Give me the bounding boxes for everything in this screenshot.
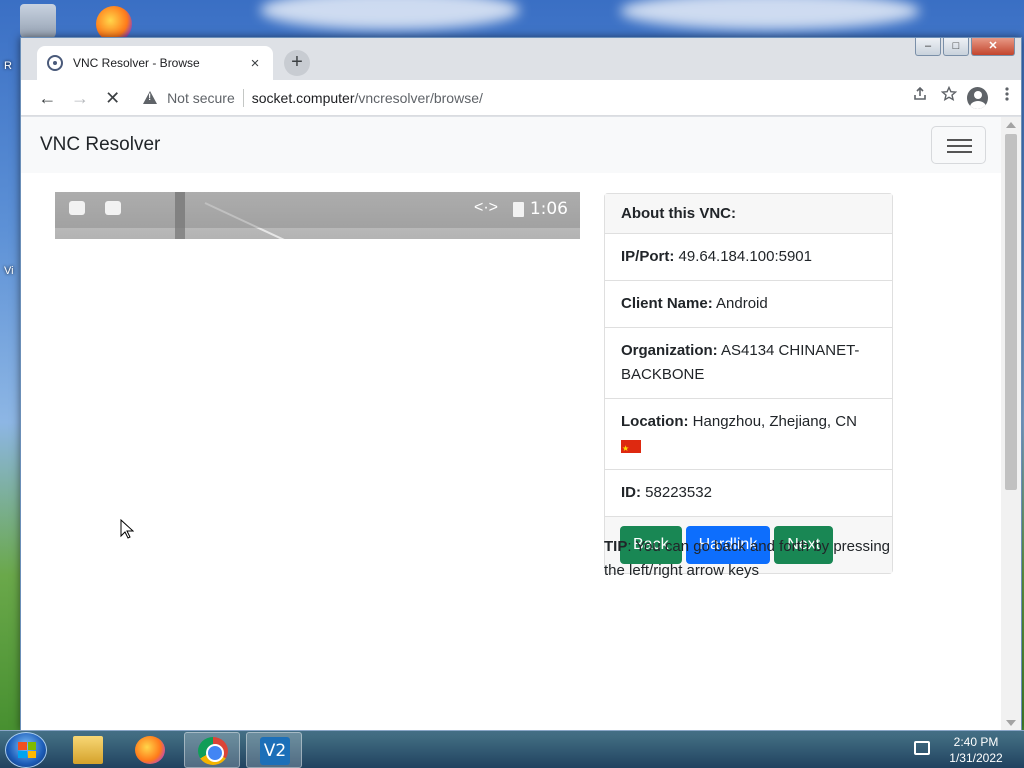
organization-item: Organization: AS4134 CHINANET-BACKBONE <box>605 328 892 399</box>
maximize-button[interactable]: □ <box>943 38 969 56</box>
location-value: Hangzhou, Zhejiang, CN <box>692 413 857 430</box>
desktop-label: Vi <box>4 265 14 277</box>
address-bar[interactable]: Not secure socket.computer /vncresolver/… <box>135 82 906 113</box>
notification-icon <box>105 201 121 215</box>
clock-date: 1/31/2022 <box>949 751 1003 765</box>
url-separator <box>242 88 244 107</box>
close-tab-icon[interactable]: × <box>247 55 263 72</box>
vnc-viewer-icon: V2 <box>260 737 290 765</box>
network-tray-icon[interactable] <box>914 741 930 755</box>
browser-toolbar: ← → ✕ Not secure socket.computer /vncres… <box>21 80 1021 116</box>
desktop-cloud <box>620 0 920 30</box>
back-arrow-icon[interactable]: ← <box>33 83 62 113</box>
start-button[interactable] <box>5 732 47 768</box>
security-label[interactable]: Not secure <box>167 90 235 106</box>
stop-loading-icon[interactable]: ✕ <box>98 83 127 113</box>
tip-text: TIP: You can go back and forth by pressi… <box>604 535 894 583</box>
org-label: Organization: <box>621 342 718 359</box>
card-header: About this VNC: <box>605 194 892 234</box>
taskbar-firefox[interactable] <box>122 732 178 768</box>
ip-label: IP/Port: <box>621 248 675 265</box>
page-scrollbar[interactable] <box>1001 117 1021 731</box>
close-window-button[interactable]: ✕ <box>971 38 1015 56</box>
taskbar-vnc-viewer[interactable]: V2 <box>246 732 302 768</box>
clock-time: 2:40 PM <box>953 735 999 749</box>
taskbar-chrome[interactable] <box>184 732 240 768</box>
chrome-icon <box>198 737 228 765</box>
navbar: VNC Resolver <box>21 117 1001 173</box>
site-favicon-icon <box>47 55 63 71</box>
location-label: Location: <box>621 413 689 430</box>
taskbar-explorer[interactable] <box>60 732 116 768</box>
menu-icon[interactable] <box>992 83 1021 113</box>
ip-port-item: IP/Port: 49.64.184.100:5901 <box>605 234 892 281</box>
desktop-cloud <box>260 0 520 30</box>
share-icon[interactable] <box>906 83 935 113</box>
browser-window: VNC Resolver - Browse × + – □ ✕ ← → ✕ No… <box>20 37 1022 731</box>
id-item: ID: 58223532 <box>605 470 892 517</box>
vnc-info-card: About this VNC: IP/Port: 49.64.184.100:5… <box>604 193 893 574</box>
vnc-screenshot: <·> 1:06 <box>55 192 580 239</box>
forward-arrow-icon[interactable]: → <box>66 83 95 113</box>
battery-icon <box>513 202 524 217</box>
android-status-bar: <·> 1:06 <box>55 192 580 228</box>
scroll-down-icon[interactable] <box>1006 720 1016 726</box>
client-value: Android <box>716 295 768 312</box>
star-icon[interactable] <box>935 83 964 113</box>
recycle-bin-icon[interactable] <box>20 4 56 40</box>
hamburger-menu-icon[interactable] <box>931 126 986 164</box>
id-value: 58223532 <box>645 484 712 501</box>
scroll-thumb[interactable] <box>1005 134 1017 490</box>
tab-strip: VNC Resolver - Browse × + – □ ✕ <box>21 38 1021 80</box>
new-tab-button[interactable]: + <box>284 50 310 76</box>
screenshot-time: 1:06 <box>529 199 568 219</box>
system-clock[interactable]: 2:40 PM 1/31/2022 <box>938 734 1014 766</box>
notification-icon <box>69 201 85 215</box>
page-viewport: VNC Resolver <·> 1:06 About this VNC: IP… <box>21 117 1021 731</box>
client-label: Client Name: <box>621 295 713 312</box>
profile-icon[interactable] <box>967 86 989 109</box>
china-flag-icon <box>621 437 641 461</box>
tab-title: VNC Resolver - Browse <box>73 56 200 70</box>
ip-value: 49.64.184.100:5901 <box>678 248 812 265</box>
tab-vnc-resolver[interactable]: VNC Resolver - Browse × <box>37 46 273 80</box>
brand-title[interactable]: VNC Resolver <box>40 134 160 156</box>
location-item: Location: Hangzhou, Zhejiang, CN <box>605 399 892 470</box>
folder-icon <box>73 736 103 764</box>
url-path[interactable]: /vncresolver/browse/ <box>354 90 482 106</box>
warning-icon[interactable] <box>143 91 158 104</box>
taskbar: V2 2:40 PM 1/31/2022 <box>0 730 1024 768</box>
firefox-icon <box>135 736 165 764</box>
client-name-item: Client Name: Android <box>605 281 892 328</box>
scroll-up-icon[interactable] <box>1006 122 1016 128</box>
network-arrows-icon: <·> <box>473 199 498 216</box>
minimize-button[interactable]: – <box>915 38 941 56</box>
url-host[interactable]: socket.computer <box>252 90 355 106</box>
windows-logo-icon <box>18 742 36 758</box>
tip-body: : You can go back and forth by pressing … <box>604 538 891 579</box>
window-controls: – □ ✕ <box>915 38 1015 56</box>
desktop-label: R <box>4 60 12 72</box>
tip-label: TIP <box>604 538 628 555</box>
id-label: ID: <box>621 484 641 501</box>
